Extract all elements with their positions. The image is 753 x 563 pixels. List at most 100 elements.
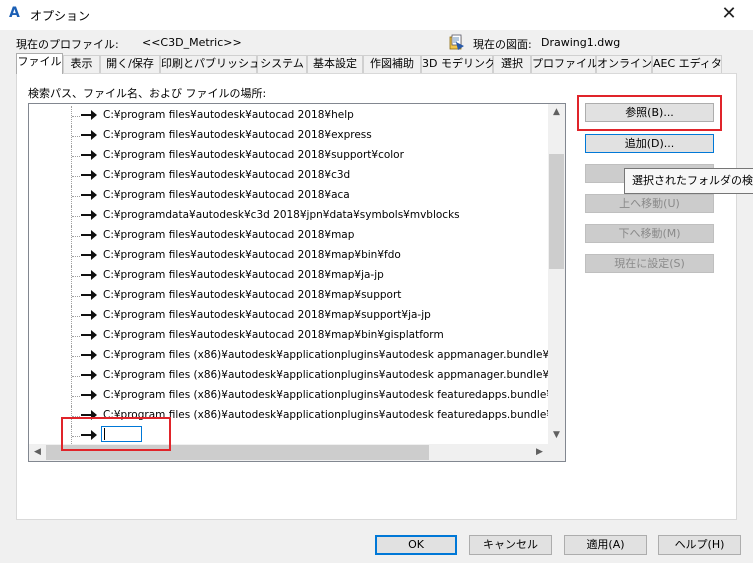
tree-branch-line — [72, 136, 80, 137]
set-current-button[interactable]: 現在に設定(S) — [585, 254, 714, 273]
path-arrow-icon — [80, 368, 98, 382]
path-text: C:¥program files¥autodesk¥autocad 2018¥e… — [103, 129, 372, 141]
vertical-scrollbar[interactable]: ▲ ▼ — [548, 104, 565, 444]
move-up-button[interactable]: 上へ移動(U) — [585, 194, 714, 213]
path-text: C:¥program files¥autodesk¥autocad 2018¥m… — [103, 289, 402, 301]
path-arrow-icon — [80, 328, 98, 342]
path-arrow-icon — [80, 348, 98, 362]
path-list-item[interactable]: C:¥program files¥autodesk¥autocad 2018¥m… — [29, 246, 549, 266]
path-text: C:¥program files¥autodesk¥autocad 2018¥m… — [103, 269, 384, 281]
tree-branch-line — [72, 116, 80, 117]
tab-3d-modeling[interactable]: 3D モデリング — [421, 55, 496, 73]
add-button[interactable]: 追加(D)... — [585, 134, 714, 153]
path-list-item[interactable]: C:¥program files (x86)¥autodesk¥applicat… — [29, 346, 549, 366]
path-list-item[interactable]: C:¥program files¥autodesk¥autocad 2018¥m… — [29, 266, 549, 286]
path-arrow-icon — [80, 208, 98, 222]
autocad-app-icon: A — [9, 5, 20, 21]
path-text: C:¥program files (x86)¥autodesk¥applicat… — [103, 369, 549, 381]
search-paths-label: 検索パス、ファイル名、および ファイルの場所: — [28, 87, 267, 100]
tree-branch-line — [72, 236, 80, 237]
vertical-scroll-thumb[interactable] — [549, 154, 564, 269]
path-text: C:¥program files¥autodesk¥autocad 2018¥a… — [103, 189, 350, 201]
path-list-item[interactable]: C:¥program files¥autodesk¥autocad 2018¥a… — [29, 186, 549, 206]
path-list-item[interactable]: C:¥program files¥autodesk¥autocad 2018¥m… — [29, 226, 549, 246]
tree-branch-line — [72, 396, 80, 397]
path-arrow-icon — [80, 228, 98, 242]
tree-branch-line — [72, 196, 80, 197]
tree-branch-line — [72, 356, 80, 357]
tree-branch-line — [72, 216, 80, 217]
path-arrow-icon — [80, 168, 98, 182]
tab-display[interactable]: 表示 — [63, 55, 100, 73]
path-arrow-icon — [80, 308, 98, 322]
path-list-item[interactable]: C:¥program files¥autodesk¥autocad 2018¥m… — [29, 286, 549, 306]
current-drawing-value: Drawing1.dwg — [541, 36, 621, 49]
tab-files[interactable]: ファイル — [16, 53, 63, 74]
path-text: C:¥program files¥autodesk¥autocad 2018¥m… — [103, 249, 401, 261]
tree-branch-line — [72, 296, 80, 297]
path-text: C:¥program files¥autodesk¥autocad 2018¥m… — [103, 309, 431, 321]
path-arrow-icon — [80, 188, 98, 202]
path-arrow-icon — [80, 108, 98, 122]
path-arrow-icon — [80, 248, 98, 262]
current-profile-value: <<C3D_Metric>> — [142, 36, 242, 49]
scroll-down-icon[interactable]: ▼ — [548, 427, 565, 444]
tab-drafting[interactable]: 作図補助 — [363, 55, 421, 73]
browse-tooltip: 選択されたフォルダの検索 — [624, 168, 753, 194]
path-list-item[interactable]: C:¥program files¥autodesk¥autocad 2018¥e… — [29, 126, 549, 146]
tab-profiles[interactable]: プロファイル — [531, 55, 598, 73]
path-list-item[interactable]: C:¥program files¥autodesk¥autocad 2018¥h… — [29, 106, 549, 126]
tab-plot-publish[interactable]: 印刷とパブリッシュ — [160, 55, 260, 73]
new-path-highlight — [61, 417, 171, 451]
tab-system[interactable]: システム — [257, 55, 307, 73]
apply-button[interactable]: 適用(A) — [564, 535, 647, 555]
tree-branch-line — [72, 156, 80, 157]
path-text: C:¥program files¥autodesk¥autocad 2018¥s… — [103, 149, 404, 161]
path-list-item[interactable]: C:¥programdata¥autodesk¥c3d 2018¥jpn¥dat… — [29, 206, 549, 226]
title-bar: A オプション ✕ — [0, 0, 753, 30]
path-arrow-icon — [80, 268, 98, 282]
tree-branch-line — [72, 336, 80, 337]
move-down-button[interactable]: 下へ移動(M) — [585, 224, 714, 243]
scroll-right-icon[interactable]: ▶ — [531, 444, 548, 461]
window-title: オプション — [30, 9, 91, 23]
path-text: C:¥program files¥autodesk¥autocad 2018¥c… — [103, 169, 351, 181]
path-text: C:¥programdata¥autodesk¥c3d 2018¥jpn¥dat… — [103, 209, 460, 221]
tab-online[interactable]: オンライン — [596, 55, 652, 73]
tab-open-save[interactable]: 開く/保存 — [100, 55, 160, 73]
tab-user-preferences[interactable]: 基本設定 — [307, 55, 363, 73]
path-text: C:¥program files (x86)¥autodesk¥applicat… — [103, 349, 549, 361]
path-text: C:¥program files (x86)¥autodesk¥applicat… — [103, 389, 549, 401]
tree-branch-line — [72, 316, 80, 317]
search-paths-tree[interactable]: C:¥program files¥autodesk¥autocad 2018¥h… — [28, 103, 566, 462]
path-arrow-icon — [80, 128, 98, 142]
path-list-item[interactable]: C:¥program files¥autodesk¥autocad 2018¥c… — [29, 166, 549, 186]
path-list-item[interactable]: C:¥program files (x86)¥autodesk¥applicat… — [29, 366, 549, 386]
drawing-file-icon — [449, 34, 464, 50]
path-arrow-icon — [80, 388, 98, 402]
scrollbar-corner — [548, 444, 565, 461]
tab-aec-editor[interactable]: AEC エディタ — [652, 55, 722, 73]
tree-branch-line — [72, 376, 80, 377]
tree-branch-line — [72, 276, 80, 277]
scroll-left-icon[interactable]: ◀ — [29, 444, 46, 461]
close-icon[interactable]: ✕ — [715, 3, 743, 25]
browse-button-highlight — [577, 95, 722, 131]
scroll-up-icon[interactable]: ▲ — [548, 104, 565, 121]
tab-selection[interactable]: 選択 — [493, 55, 531, 73]
path-arrow-icon — [80, 288, 98, 302]
path-text: C:¥program files¥autodesk¥autocad 2018¥m… — [103, 229, 355, 241]
current-drawing-label: 現在の図面: — [473, 38, 532, 51]
path-list-item[interactable]: C:¥program files¥autodesk¥autocad 2018¥m… — [29, 326, 549, 346]
cancel-button[interactable]: キャンセル — [469, 535, 552, 555]
path-list-item[interactable]: C:¥program files (x86)¥autodesk¥applicat… — [29, 386, 549, 406]
ok-button[interactable]: OK — [375, 535, 457, 555]
path-text: C:¥program files¥autodesk¥autocad 2018¥m… — [103, 329, 444, 341]
path-list-item[interactable]: C:¥program files¥autodesk¥autocad 2018¥s… — [29, 146, 549, 166]
tree-branch-line — [72, 176, 80, 177]
help-button[interactable]: ヘルプ(H) — [658, 535, 741, 555]
current-profile-label: 現在のプロファイル: — [16, 38, 119, 51]
path-text: C:¥program files¥autodesk¥autocad 2018¥h… — [103, 109, 354, 121]
path-list-item[interactable]: C:¥program files¥autodesk¥autocad 2018¥m… — [29, 306, 549, 326]
tree-branch-line — [72, 256, 80, 257]
